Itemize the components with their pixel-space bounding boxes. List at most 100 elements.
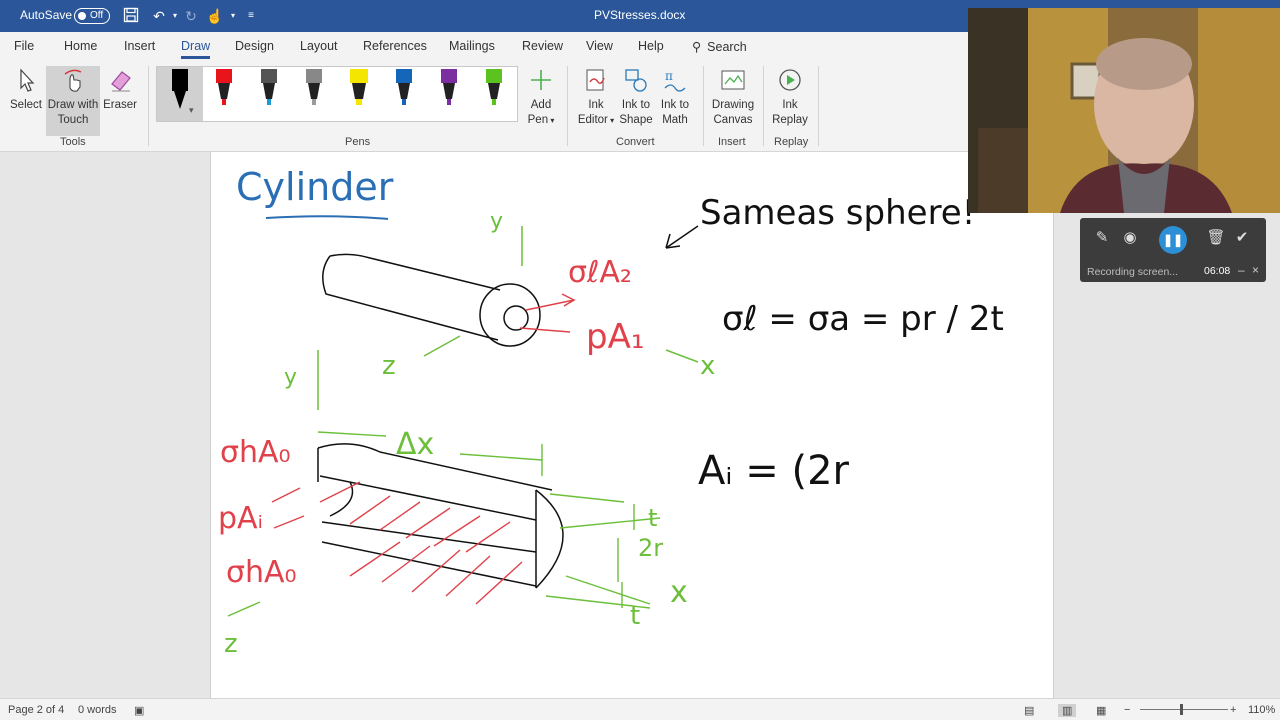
ribbon-separator (703, 66, 704, 146)
add-pen-label-2: Pen (527, 114, 549, 126)
autosave-toggle[interactable]: Off (74, 8, 110, 24)
title-underline (265, 215, 389, 220)
select-button[interactable]: Select (8, 66, 44, 113)
touch-hand-icon (64, 69, 82, 92)
webcam-icon[interactable]: ◉ (1120, 228, 1140, 248)
tab-mailings[interactable]: Mailings (449, 39, 495, 53)
print-layout-icon[interactable]: ▥ (1058, 704, 1077, 717)
touch-mode-icon[interactable]: ☝ (206, 7, 224, 25)
ribbon-separator (567, 66, 568, 146)
zoom-level[interactable]: 110% (1248, 704, 1275, 716)
pens-gallery: ▾ (156, 66, 518, 122)
pen-dropdown-icon[interactable]: ▾ (189, 105, 194, 116)
pen-black-icon[interactable] (169, 69, 191, 115)
eraser-button[interactable]: Eraser (103, 66, 137, 113)
ink-to-math-icon: π (664, 69, 686, 92)
zoom-slider-thumb[interactable] (1180, 704, 1183, 715)
pen-green-icon[interactable] (483, 69, 505, 115)
pen-purple-icon[interactable] (438, 69, 460, 115)
touch-dropdown-icon[interactable]: ▾ (224, 7, 242, 25)
pen-blue-icon[interactable] (393, 69, 415, 115)
pen-cyan-icon[interactable] (258, 69, 280, 115)
ink-replay-button[interactable]: Ink Replay (768, 66, 812, 128)
autosave-label: AutoSave (20, 8, 73, 22)
pen-red-icon[interactable] (213, 69, 235, 115)
ink-y-lower: y (284, 365, 297, 390)
ribbon-separator (148, 66, 149, 146)
recording-time: 06:08 (1204, 265, 1231, 277)
insert-group-label: Insert (718, 136, 746, 148)
ink-to-shape-label-2: Shape (619, 114, 653, 126)
ink-editor-button[interactable]: Ink Editor ▾ (574, 66, 618, 128)
ink-editor-label-1: Ink (588, 99, 604, 111)
ink-same-as-sphere: Sameas sphere! (700, 193, 975, 233)
ink-replay-icon (779, 69, 801, 91)
tab-insert[interactable]: Insert (124, 39, 155, 53)
ink-x-lower: x (670, 575, 688, 610)
eraser-icon (111, 71, 131, 92)
webcam-video (968, 8, 1280, 213)
drawing-canvas-button[interactable]: Drawing Canvas (708, 66, 758, 128)
web-layout-icon[interactable]: ▦ (1096, 704, 1106, 717)
pen-gray-icon[interactable] (303, 69, 325, 115)
tab-draw[interactable]: Draw (181, 39, 211, 59)
svg-text:π: π (665, 69, 673, 83)
drawing-canvas-label-2: Canvas (713, 114, 753, 126)
ink-to-math-label-1: Ink to (660, 99, 690, 111)
ink-y-upper: y (490, 209, 503, 234)
page-count[interactable]: Page 2 of 4 (8, 704, 64, 716)
webcam-overlay (968, 8, 1280, 213)
pause-button[interactable]: ❚❚ (1159, 226, 1187, 254)
read-mode-icon[interactable]: ▤ (1024, 704, 1034, 717)
draw-ribbon: Select Draw with Touch Eraser Tools ▾ Ad… (0, 60, 968, 152)
add-pen-button[interactable]: Add Pen ▾ (524, 66, 558, 128)
minimize-icon[interactable]: – (1238, 263, 1245, 277)
ribbon-separator (763, 66, 764, 146)
tab-file[interactable]: File (14, 39, 34, 53)
tab-review[interactable]: Review (522, 39, 563, 53)
tab-references[interactable]: References (363, 39, 427, 53)
draw-with-touch-label-1: Draw with (47, 99, 99, 111)
same-as-sphere-arrow (665, 225, 699, 249)
tab-home[interactable]: Home (64, 39, 97, 53)
search-box[interactable]: ⚲ Search (692, 39, 747, 54)
delete-icon[interactable]: 🗑 (1206, 228, 1226, 248)
proofing-icon[interactable]: ▣ (134, 704, 144, 717)
ink-sigma-l-a2: σℓA₂ (568, 255, 632, 290)
pen-tool-icon[interactable]: ✎ (1092, 228, 1112, 248)
tab-help[interactable]: Help (638, 39, 664, 53)
close-icon[interactable]: × (1252, 263, 1259, 277)
highlighter-yellow-icon[interactable] (348, 69, 370, 115)
tab-layout[interactable]: Layout (300, 39, 338, 53)
ink-to-shape-button[interactable]: Ink to Shape (618, 66, 654, 128)
redo-icon[interactable]: ↻ (182, 7, 200, 25)
zoom-in-icon[interactable]: + (1230, 704, 1236, 716)
save-icon[interactable] (122, 7, 140, 25)
word-count[interactable]: 0 words (78, 704, 117, 716)
customize-toolbar-icon[interactable]: ≡ (242, 7, 260, 25)
ink-x-upper: x (700, 351, 715, 381)
ink-sigma-h-a0: σhA₀ (220, 435, 291, 470)
ink-formula: σℓ = σa = pr / 2t (722, 299, 1004, 339)
ink-to-math-button[interactable]: π Ink to Math (657, 66, 693, 128)
done-check-icon[interactable]: ✔ (1232, 228, 1252, 248)
ink-to-math-label-2: Math (662, 114, 688, 126)
ink-z-upper: z (382, 351, 396, 381)
zoom-slider-track[interactable] (1140, 709, 1228, 710)
lower-force-hatching (271, 481, 523, 605)
ink-replay-label-2: Replay (772, 114, 808, 126)
pause-icon: ❚❚ (1162, 233, 1184, 247)
zoom-out-icon[interactable]: − (1124, 704, 1130, 716)
tab-view[interactable]: View (586, 39, 613, 53)
ink-editor-label-2: Editor (577, 114, 608, 126)
drawing-canvas-label-1: Drawing (711, 99, 755, 111)
ink-t: t (648, 504, 657, 532)
tools-group-label: Tools (60, 136, 86, 148)
ink-p-ai: pAᵢ (218, 501, 263, 536)
draw-with-touch-button[interactable]: Draw with Touch (46, 66, 100, 136)
upper-force-arrows (519, 293, 576, 333)
replay-group-label: Replay (774, 136, 809, 148)
draw-with-touch-label-2: Touch (57, 114, 89, 126)
ink-replay-label-1: Ink (782, 99, 798, 111)
tab-design[interactable]: Design (235, 39, 274, 53)
